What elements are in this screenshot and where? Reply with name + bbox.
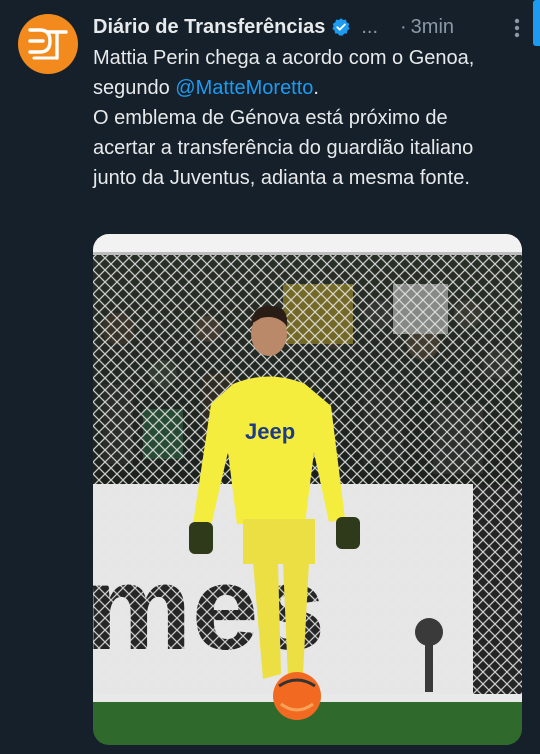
- tweet-text-para1: Mattia Perin chega a acordo com o Genoa,…: [93, 43, 513, 103]
- shirt-sponsor: Jeep: [245, 419, 295, 444]
- tweet-media-image[interactable]: mes: [93, 234, 522, 745]
- verified-badge-icon: [331, 17, 351, 37]
- mention-link[interactable]: @MatteMoretto: [175, 77, 313, 99]
- tweet[interactable]: Diário de Transferências ... · 3min Matt…: [0, 0, 540, 754]
- diario-logo-icon: [28, 28, 68, 60]
- more-options-icon[interactable]: [514, 18, 520, 43]
- tweet-header: Diário de Transferências ... · 3min: [93, 13, 522, 41]
- avatar[interactable]: [18, 14, 78, 74]
- author-name[interactable]: Diário de Transferências: [93, 16, 325, 39]
- tweet-text: Mattia Perin chega a acordo com o Genoa,…: [93, 43, 513, 193]
- scroll-accent: [533, 0, 540, 46]
- timestamp[interactable]: 3min: [411, 16, 454, 39]
- tweet-text-part2: .: [313, 77, 319, 99]
- tweet-text-para2: O emblema de Génova está próximo de acer…: [93, 107, 474, 189]
- handle-truncated[interactable]: ...: [361, 16, 378, 39]
- separator-dot: ·: [400, 15, 407, 38]
